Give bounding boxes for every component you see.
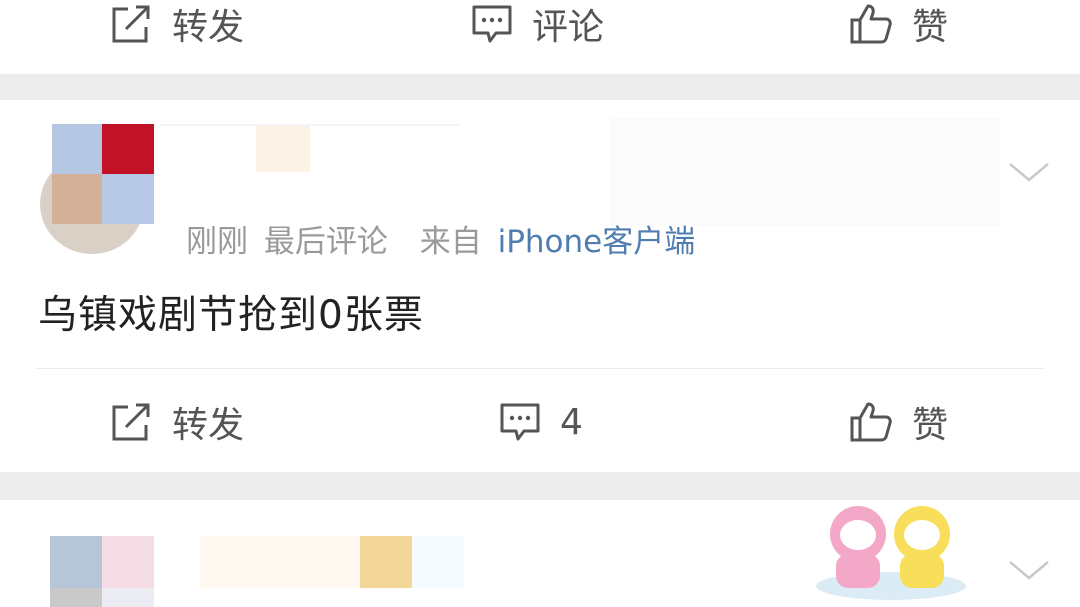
post-meta: 刚刚 最后评论 来自 iPhone客户端 bbox=[186, 216, 695, 261]
comment-button[interactable]: 4 bbox=[498, 398, 583, 446]
chevron-down-icon[interactable] bbox=[1006, 556, 1052, 584]
source-prefix: 来自 bbox=[419, 224, 482, 260]
avatar[interactable] bbox=[38, 124, 154, 254]
like-label: 赞 bbox=[912, 405, 949, 446]
thumbs-up-icon bbox=[850, 4, 892, 44]
thumbs-up-icon bbox=[850, 402, 892, 442]
banner-redacted bbox=[610, 118, 1000, 226]
comment-count: 4 bbox=[560, 401, 583, 443]
post-card-1: 转发 评论 赞 bbox=[0, 0, 1080, 74]
repost-label: 转发 bbox=[172, 405, 245, 446]
comment-bubble-icon bbox=[472, 5, 512, 43]
username-redacted[interactable] bbox=[200, 536, 470, 588]
repost-label: 转发 bbox=[172, 7, 245, 48]
post-time: 刚刚 bbox=[186, 224, 248, 260]
divider bbox=[36, 368, 1044, 369]
post-card-3 bbox=[0, 500, 1080, 607]
avatar[interactable] bbox=[50, 536, 154, 607]
username-redacted[interactable] bbox=[160, 122, 460, 174]
comment-label: 评论 bbox=[532, 7, 605, 48]
source-link[interactable]: iPhone客户端 bbox=[498, 224, 696, 260]
post-text[interactable]: 乌镇戏剧节抢到0张票 bbox=[38, 284, 424, 340]
repost-button[interactable]: 转发 bbox=[108, 0, 244, 48]
repost-button[interactable]: 转发 bbox=[108, 398, 244, 446]
comment-button[interactable]: 评论 bbox=[470, 0, 604, 48]
card-separator bbox=[0, 472, 1080, 500]
share-square-icon bbox=[112, 5, 150, 43]
like-label: 赞 bbox=[912, 7, 949, 48]
like-button[interactable]: 赞 bbox=[848, 0, 948, 48]
post-activity: 最后评论 bbox=[263, 224, 388, 260]
card-separator bbox=[0, 74, 1080, 100]
chevron-down-icon[interactable] bbox=[1006, 158, 1052, 186]
share-square-icon bbox=[112, 403, 150, 441]
comment-bubble-icon bbox=[500, 403, 540, 441]
like-button[interactable]: 赞 bbox=[848, 398, 948, 446]
cat-sticker bbox=[816, 502, 966, 602]
